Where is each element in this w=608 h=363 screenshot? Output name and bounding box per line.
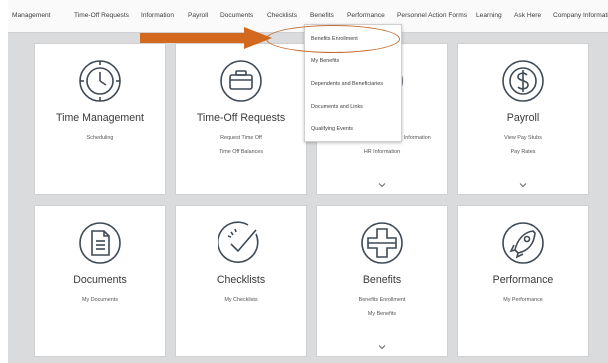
card-time-off-requests[interactable]: Time-Off Requests Request Time Off Time … xyxy=(175,43,307,195)
nav-item-checklists[interactable]: Checklists xyxy=(267,11,297,20)
link-my-checklists[interactable]: My Checklists xyxy=(176,296,306,304)
link-view-pay-stubs[interactable]: View Pay Stubs xyxy=(458,134,588,142)
nav-item-learning[interactable]: Learning xyxy=(476,11,502,20)
nav-item-management[interactable]: Management xyxy=(12,11,51,20)
link-scheduling[interactable]: Scheduling xyxy=(35,134,165,142)
medical-cross-icon xyxy=(359,220,405,266)
annotation-arrow xyxy=(140,27,272,49)
card-performance[interactable]: Performance My Performance xyxy=(457,205,589,357)
menu-item-qualifying-events[interactable]: Qualifying Events xyxy=(311,125,353,133)
menu-item-my-benefits[interactable]: My Benefits xyxy=(311,57,339,65)
nav-item-performance[interactable]: Performance xyxy=(347,11,385,20)
card-checklists[interactable]: Checklists My Checklists xyxy=(175,205,307,357)
document-icon xyxy=(77,220,123,266)
clock-icon xyxy=(77,58,123,104)
link-my-performance[interactable]: My Performance xyxy=(458,296,588,304)
nav-item-personnel-action-forms[interactable]: Personnel Action Forms xyxy=(397,11,467,20)
chevron-down-icon[interactable] xyxy=(378,182,386,188)
rocket-icon xyxy=(500,220,546,266)
card-title: Checklists xyxy=(216,274,266,286)
card-title: Time Management xyxy=(56,112,144,124)
link-my-documents[interactable]: My Documents xyxy=(35,296,165,304)
nav-item-ask-here[interactable]: Ask Here xyxy=(514,11,541,20)
link-request-time-off[interactable]: Request Time Off xyxy=(176,134,306,142)
annotation-highlight-circle xyxy=(266,25,400,53)
checkmark-icon xyxy=(218,220,264,266)
dollar-icon xyxy=(500,58,546,104)
link-my-benefits[interactable]: My Benefits xyxy=(317,310,447,318)
card-title: Benefits xyxy=(362,274,402,286)
menu-item-documents-and-links[interactable]: Documents and Links xyxy=(311,103,363,111)
nav-item-payroll[interactable]: Payroll xyxy=(188,11,208,20)
card-title: Time-Off Requests xyxy=(196,112,286,124)
card-time-management[interactable]: Time Management Scheduling xyxy=(34,43,166,195)
screenshot-frame: Management Time-Off Requests Information… xyxy=(8,0,608,363)
menu-item-dependents-beneficiaries[interactable]: Dependents and Beneficiaries xyxy=(311,80,383,88)
nav-item-benefits[interactable]: Benefits xyxy=(310,11,334,20)
nav-item-documents[interactable]: Documents xyxy=(220,11,253,20)
nav-item-time-off-requests[interactable]: Time-Off Requests xyxy=(74,11,129,20)
card-payroll[interactable]: Payroll View Pay Stubs Pay Rates xyxy=(457,43,589,195)
card-title: Payroll xyxy=(506,112,540,124)
link-pay-rates[interactable]: Pay Rates xyxy=(458,148,588,156)
link-benefits-enrollment[interactable]: Benefits Enrollment xyxy=(317,296,447,304)
link-hr-information[interactable]: HR Information xyxy=(317,148,447,156)
card-benefits[interactable]: Benefits Benefits Enrollment My Benefits xyxy=(316,205,448,357)
suitcase-icon xyxy=(218,58,264,104)
card-documents[interactable]: Documents My Documents xyxy=(34,205,166,357)
chevron-down-icon[interactable] xyxy=(378,344,386,350)
link-time-off-balances[interactable]: Time Off Balances xyxy=(176,148,306,156)
chevron-down-icon[interactable] xyxy=(519,182,527,188)
card-title: Performance xyxy=(492,274,554,286)
nav-item-information[interactable]: Information xyxy=(141,11,174,20)
card-title: Documents xyxy=(73,274,127,286)
nav-item-company-information[interactable]: Company Information xyxy=(553,11,608,20)
